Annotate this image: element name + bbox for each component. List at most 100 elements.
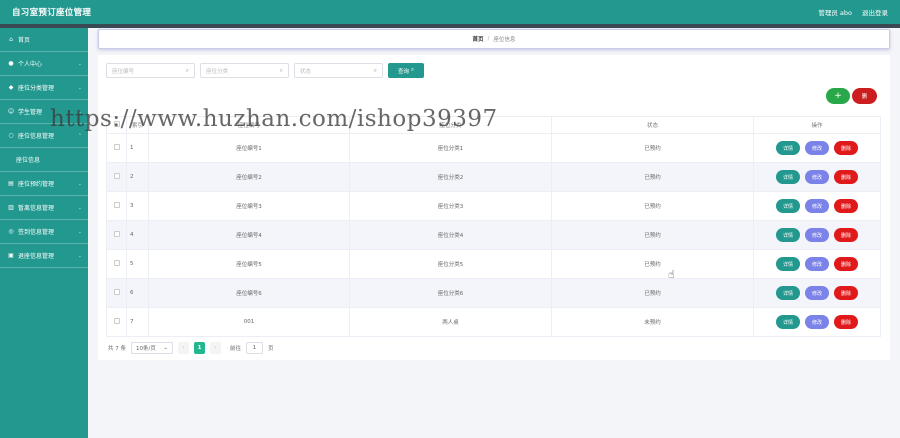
table-row: 2 座位编号2 座位分类2 已预约 详情 修改 删除 [106, 162, 881, 192]
add-button[interactable]: + [826, 88, 850, 104]
row-select[interactable] [106, 307, 127, 337]
search-bar: 座位编号 ⌕ 座位分类 ⌕ 状态 ⌕ 查询 ⌕ [106, 63, 424, 78]
chevron-up-icon: ⌃ [77, 132, 82, 139]
detail-button[interactable]: 详情 [776, 257, 800, 271]
chevron-down-icon: ⌄ [77, 204, 82, 211]
row-index: 6 [126, 278, 149, 308]
sidebar-item-checkout[interactable]: ▣ 退座信息管理 ⌄ [0, 244, 88, 268]
row-operations: 详情 修改 删除 [753, 220, 881, 250]
checkbox[interactable] [113, 231, 120, 237]
sidebar-item-home[interactable]: ⌂ 首页 [0, 28, 88, 52]
checkbox[interactable] [113, 144, 120, 150]
detail-button[interactable]: 详情 [776, 315, 800, 329]
delete-button[interactable]: 删除 [834, 199, 858, 213]
logout-link[interactable]: 退出登录 [862, 7, 888, 17]
row-operations: 详情 修改 删除 [753, 278, 881, 308]
delete-button[interactable]: 删除 [834, 286, 858, 300]
query-button[interactable]: 查询 ⌕ [388, 63, 424, 78]
row-select[interactable] [106, 191, 127, 221]
row-status: 未预约 [551, 307, 754, 337]
table-row: 3 座位编号3 座位分类3 已预约 详情 修改 删除 [106, 191, 881, 221]
delete-button[interactable]: 删除 [834, 257, 858, 271]
sidebar-subitem-seat-info[interactable]: 座位信息 [0, 148, 88, 172]
edit-button[interactable]: 修改 [805, 228, 829, 242]
sidebar: ⌂ 首页 ● 个人中心 ⌄ ◆ 座位分类管理 ⌄ ☺ 学生管理 ⌄ ○ 座位信息… [0, 28, 88, 438]
delete-button[interactable]: 删除 [834, 228, 858, 242]
row-category: 座位分类2 [349, 162, 552, 192]
breadcrumb-current: 座位信息 [493, 37, 516, 43]
row-operations: 详情 修改 删除 [753, 307, 881, 337]
sidebar-item-label: 暂离信息管理 [18, 205, 55, 212]
edit-button[interactable]: 修改 [805, 257, 829, 271]
page-number-current[interactable]: 1 [194, 342, 205, 354]
goto-page-input[interactable]: 1 [246, 342, 264, 354]
header-divider [0, 24, 900, 28]
detail-button[interactable]: 详情 [776, 228, 800, 242]
page-size-select[interactable]: 10条/页 ⌄ [131, 342, 173, 354]
detail-button[interactable]: 详情 [776, 170, 800, 184]
checkbox[interactable] [113, 289, 120, 295]
status-input[interactable]: 状态 ⌕ [294, 63, 383, 78]
row-select[interactable] [106, 162, 127, 192]
row-select[interactable] [106, 278, 127, 308]
row-seat-no: 001 [148, 307, 350, 337]
user-icon: ● [8, 60, 14, 67]
edit-button[interactable]: 修改 [805, 286, 829, 300]
detail-button[interactable]: 详情 [776, 141, 800, 155]
row-select[interactable] [106, 220, 127, 250]
row-status: 已预约 [551, 249, 754, 279]
delete-button[interactable]: 删除 [834, 141, 858, 155]
row-select[interactable] [106, 133, 127, 163]
delete-button[interactable]: 删除 [834, 170, 858, 184]
goto-label: 前往 [230, 346, 242, 352]
sidebar-item-profile[interactable]: ● 个人中心 ⌄ [0, 52, 88, 76]
batch-delete-button[interactable]: 删 [852, 88, 877, 104]
row-select[interactable] [106, 249, 127, 279]
checkbox[interactable] [113, 260, 120, 266]
search-icon: ⌕ [373, 66, 377, 74]
row-index: 3 [126, 191, 149, 221]
sidebar-item-label: 座位分类管理 [18, 85, 55, 92]
row-seat-no: 座位编号5 [148, 249, 350, 279]
detail-button[interactable]: 详情 [776, 199, 800, 213]
row-operations: 详情 修改 删除 [753, 162, 881, 192]
seat-icon: ○ [8, 132, 14, 139]
sidebar-item-label: 座位信息管理 [18, 133, 55, 140]
checkbox[interactable] [113, 202, 120, 208]
app-title: 自习室预订座位管理 [12, 8, 92, 18]
edit-button[interactable]: 修改 [805, 199, 829, 213]
checkbox[interactable] [113, 318, 120, 324]
edit-button[interactable]: 修改 [805, 141, 829, 155]
edit-button[interactable]: 修改 [805, 315, 829, 329]
next-page-button[interactable]: › [210, 342, 221, 354]
sidebar-item-label: 签到信息管理 [18, 229, 55, 236]
home-icon: ⌂ [9, 36, 13, 43]
row-index: 2 [126, 162, 149, 192]
delete-button[interactable]: 删除 [834, 315, 858, 329]
row-status: 已预约 [551, 191, 754, 221]
sidebar-item-label: 首页 [18, 37, 31, 44]
seat-category-input[interactable]: 座位分类 ⌕ [200, 63, 289, 78]
checkbox[interactable] [113, 173, 120, 179]
sidebar-item-label: 个人中心 [18, 61, 43, 68]
chevron-down-icon: ⌄ [163, 345, 168, 351]
row-status: 已预约 [551, 220, 754, 250]
edit-button[interactable]: 修改 [805, 170, 829, 184]
prev-page-button[interactable]: ‹ [178, 342, 189, 354]
header-status: 状态 [551, 116, 754, 134]
breadcrumb: 首页 / 座位信息 [98, 29, 890, 49]
sidebar-item-reservations[interactable]: ▤ 座位预约管理 ⌄ [0, 172, 88, 196]
row-index: 4 [126, 220, 149, 250]
header-operations: 操作 [753, 116, 881, 134]
row-index: 7 [126, 307, 149, 337]
sidebar-item-checkin[interactable]: ◎ 签到信息管理 ⌄ [0, 220, 88, 244]
exit-icon: ▣ [8, 252, 14, 259]
sidebar-item-seat-category[interactable]: ◆ 座位分类管理 ⌄ [0, 76, 88, 100]
breadcrumb-home[interactable]: 首页 [473, 35, 484, 43]
sidebar-item-temp-leave[interactable]: ▥ 暂离信息管理 ⌄ [0, 196, 88, 220]
seat-no-input[interactable]: 座位编号 ⌕ [106, 63, 195, 78]
detail-button[interactable]: 详情 [776, 286, 800, 300]
sidebar-item-label: 退座信息管理 [18, 253, 55, 260]
user-label: 管理员 abo [818, 9, 852, 17]
chevron-down-icon: ⌄ [77, 84, 82, 91]
